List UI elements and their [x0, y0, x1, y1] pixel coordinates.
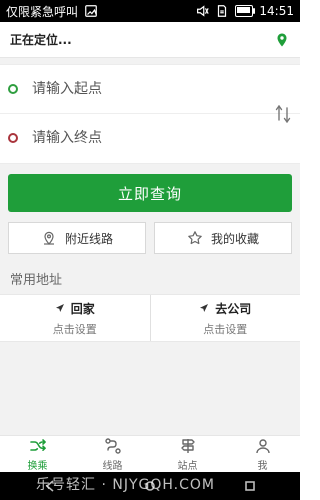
end-input[interactable]: [30, 128, 300, 147]
query-button[interactable]: 立即查询: [8, 174, 292, 212]
user-icon: [254, 437, 272, 455]
shuffle-icon: [29, 437, 47, 455]
my-favorites-label: 我的收藏: [210, 231, 259, 246]
quick-actions: 附近线路 我的收藏: [8, 222, 292, 254]
status-bar: 仅限紧急呼叫 14:51: [0, 0, 300, 22]
home-top: 回家: [55, 300, 95, 317]
tab-lines[interactable]: 线路: [75, 436, 150, 472]
company-top: 去公司: [199, 300, 251, 317]
image-icon: [84, 4, 98, 18]
location-text: 正在定位...: [10, 33, 72, 47]
bottom-tab-bar: 换乘 线路 站点 我: [0, 435, 300, 472]
tab-transfer-label: 换乘: [27, 460, 48, 472]
company-label: 去公司: [215, 301, 252, 316]
signpost-icon: [179, 437, 197, 455]
company-address[interactable]: 去公司 点击设置: [149, 295, 301, 341]
tab-lines-label: 线路: [102, 460, 123, 472]
start-input[interactable]: [30, 80, 300, 98]
tab-stations-label: 站点: [177, 460, 198, 472]
location-pin-icon[interactable]: [274, 32, 290, 48]
home-address[interactable]: 回家 点击设置: [0, 295, 150, 341]
location-header: 正在定位...: [0, 22, 300, 58]
status-right: 14:51: [195, 4, 294, 18]
common-addresses: 回家 点击设置 去公司 点击设置: [0, 294, 300, 342]
location-icon: [41, 230, 57, 246]
mute-icon: [195, 4, 210, 18]
route-icon: [104, 437, 122, 455]
tab-me-label: 我: [257, 460, 268, 472]
my-favorites-button[interactable]: 我的收藏: [154, 222, 292, 254]
common-address-title: 常用地址: [10, 272, 63, 288]
sim-icon: [215, 4, 229, 18]
navigation-arrow-icon: [199, 303, 209, 313]
route-inputs: [0, 64, 300, 164]
status-text: 仅限紧急呼叫: [6, 4, 79, 19]
recent-apps-icon[interactable]: [242, 478, 258, 494]
watermark-text: 乐号轻汇 · NJYGQH.COM: [36, 477, 215, 493]
company-sub: 点击设置: [203, 322, 248, 336]
tab-stations[interactable]: 站点: [150, 436, 225, 472]
status-left: 仅限紧急呼叫: [6, 3, 98, 20]
status-time: 14:51: [259, 4, 294, 18]
app-screen: 仅限紧急呼叫 14:51 正在定位... 请输入起点 请输入终点 立即查询 附近…: [0, 0, 300, 500]
battery-fill: [237, 7, 251, 13]
battery-icon: [235, 5, 256, 17]
tab-transfer[interactable]: 换乘: [0, 436, 75, 472]
swap-icon[interactable]: [274, 103, 292, 125]
home-sub: 点击设置: [52, 322, 97, 336]
tab-me[interactable]: 我: [225, 436, 300, 472]
star-icon: [187, 230, 203, 246]
home-label: 回家: [70, 301, 95, 316]
start-row: [0, 65, 300, 113]
navigation-arrow-icon: [55, 303, 65, 313]
start-dot-icon: [8, 84, 18, 94]
nearby-lines-label: 附近线路: [64, 231, 113, 246]
system-navigation-bar: 乐号轻汇 · NJYGQH.COM: [0, 472, 300, 500]
nearby-lines-button[interactable]: 附近线路: [8, 222, 146, 254]
end-row: [0, 113, 300, 161]
end-dot-icon: [8, 132, 18, 143]
